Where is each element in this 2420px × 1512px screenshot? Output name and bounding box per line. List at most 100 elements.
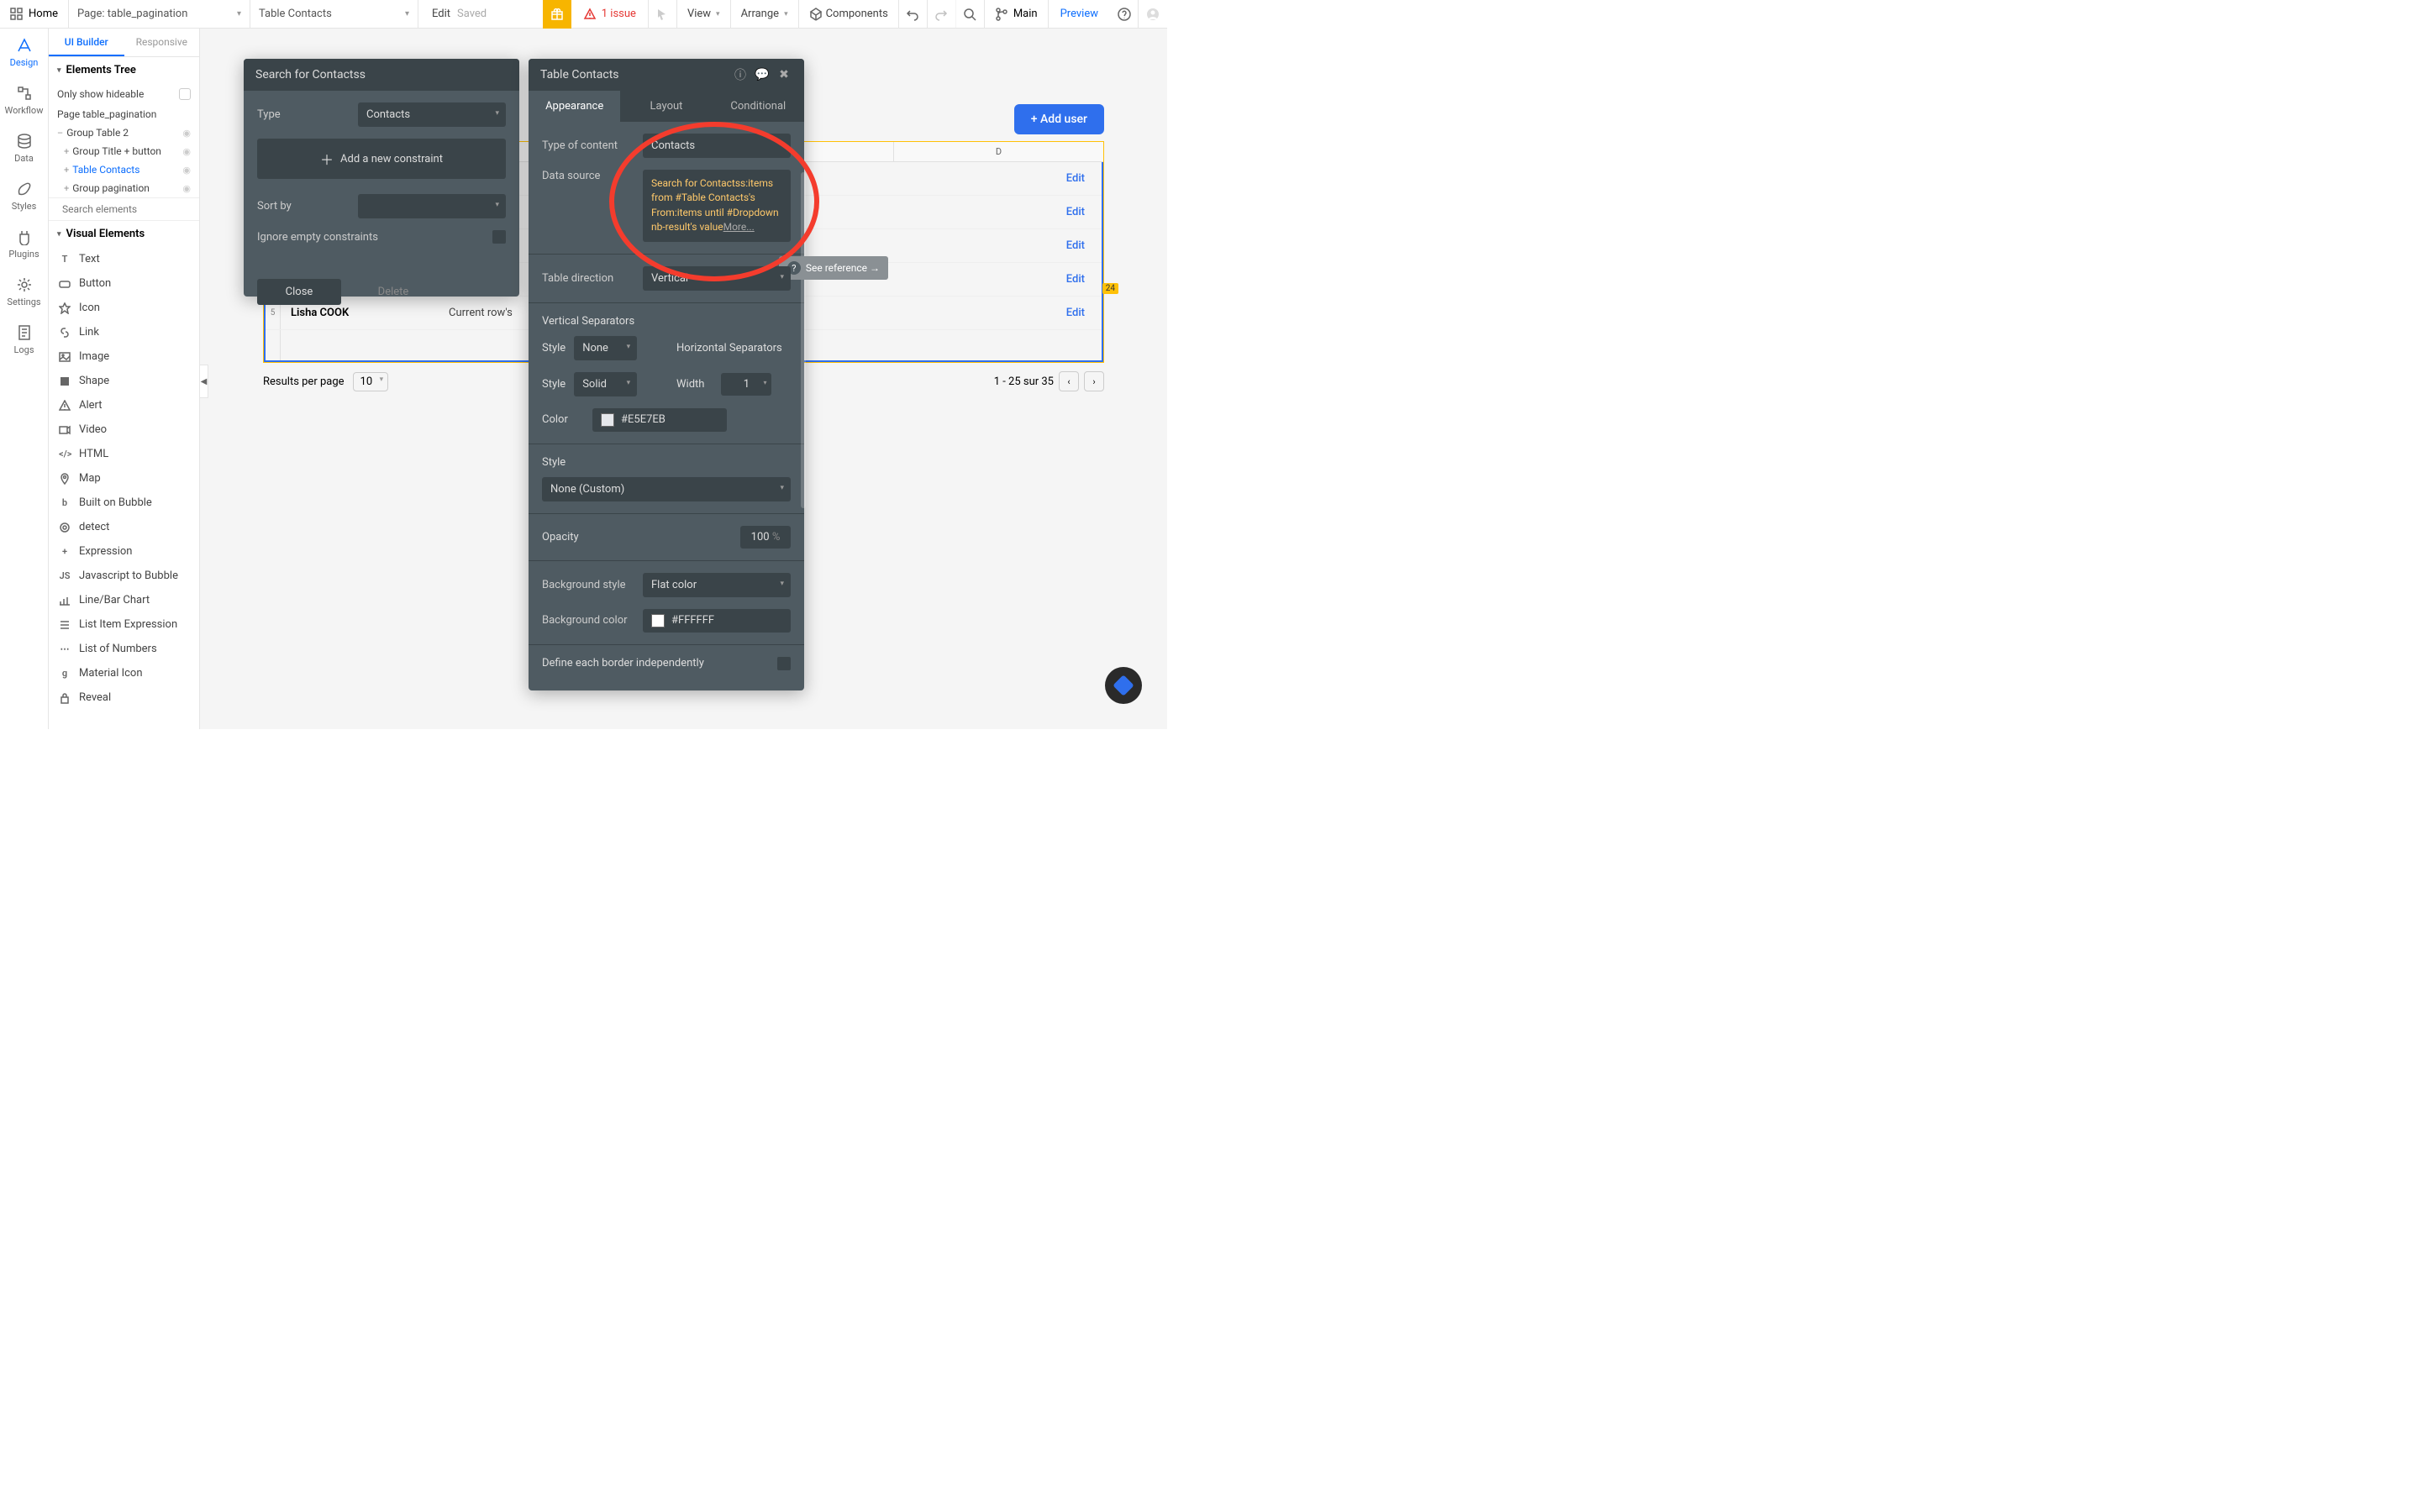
prev-page[interactable]: ‹ (1059, 371, 1079, 391)
edit-link[interactable]: Edit (1018, 273, 1102, 286)
ignore-empty-checkbox[interactable] (492, 230, 506, 244)
properties-panel[interactable]: Table Contacts ⓘ 💬 ✖ Appearance Layout C… (529, 59, 804, 690)
selector-arrow[interactable] (649, 0, 677, 28)
ve-video[interactable]: Video (49, 417, 199, 442)
issues-button[interactable]: 1 issue (571, 0, 649, 28)
rail-plugins[interactable]: Plugins (0, 220, 48, 268)
ve-text[interactable]: TText (49, 247, 199, 271)
search-elements[interactable] (49, 197, 199, 221)
type-content-dropdown[interactable]: Contacts (643, 134, 791, 158)
rail-styles[interactable]: Styles (0, 172, 48, 220)
bg-color-input[interactable]: #FFFFFF (643, 609, 791, 633)
undo-button[interactable] (899, 0, 928, 28)
tab-appearance[interactable]: Appearance (529, 91, 620, 122)
search-elements-input[interactable] (62, 203, 193, 215)
delete-button[interactable]: Delete (351, 279, 435, 305)
ve-link[interactable]: Link (49, 320, 199, 344)
fab-button[interactable] (1105, 667, 1142, 704)
rail-logs[interactable]: Logs (0, 316, 48, 364)
ve-js-bubble[interactable]: JSJavascript to Bubble (49, 564, 199, 588)
collapse-leftpanel[interactable]: ◀ (200, 365, 208, 398)
element-selector[interactable]: Table Contacts ▾ (250, 0, 418, 28)
gift-button[interactable] (543, 0, 571, 29)
edit-link[interactable]: Edit (1018, 307, 1102, 319)
see-reference-tooltip[interactable]: ? See reference → (779, 256, 888, 280)
page-selector[interactable]: Page: table_pagination ▾ (69, 0, 250, 28)
checkbox[interactable] (179, 88, 191, 100)
ve-map[interactable]: Map (49, 466, 199, 491)
tab-ui-builder[interactable]: UI Builder (49, 29, 124, 56)
home-button[interactable]: Home (0, 0, 69, 28)
props-panel-header[interactable]: Table Contacts ⓘ 💬 ✖ (529, 59, 804, 91)
ve-reveal[interactable]: Reveal (49, 685, 199, 710)
section-elements-tree[interactable]: Elements Tree (49, 57, 199, 83)
only-hideable-row[interactable]: Only show hideable (49, 83, 199, 105)
rail-data[interactable]: Data (0, 124, 48, 172)
border-indep-checkbox[interactable] (777, 657, 791, 670)
view-menu[interactable]: View (677, 0, 731, 28)
help-button[interactable] (1110, 0, 1139, 28)
branch-selector[interactable]: Main (985, 0, 1049, 28)
scrollbar[interactable] (801, 172, 806, 508)
sortby-dropdown[interactable] (358, 194, 506, 218)
ve-list-num[interactable]: ⋯List of Numbers (49, 637, 199, 661)
tree-group-table-2[interactable]: –Group Table 2◉ (49, 123, 199, 142)
hsep-style-dropdown[interactable]: Solid (574, 372, 637, 396)
element-style-dropdown[interactable]: None (Custom) (542, 477, 791, 501)
ve-chart[interactable]: Line/Bar Chart (49, 588, 199, 612)
search-panel[interactable]: Search for Contactss Type Contacts ＋ Add… (244, 59, 519, 297)
ve-image[interactable]: Image (49, 344, 199, 369)
rail-design[interactable]: Design (0, 29, 48, 76)
width-input[interactable]: 1 (721, 373, 771, 396)
ve-shape[interactable]: Shape (49, 369, 199, 393)
eye-icon[interactable]: ◉ (182, 128, 191, 139)
eye-icon[interactable]: ◉ (182, 146, 191, 157)
edit-link[interactable]: Edit (1018, 239, 1102, 252)
edit-link[interactable]: Edit (1018, 206, 1102, 218)
separator-color-input[interactable]: #E5E7EB (592, 408, 727, 432)
arrange-menu[interactable]: Arrange (731, 0, 799, 28)
search-button[interactable] (956, 0, 985, 28)
type-dropdown[interactable]: Contacts (358, 102, 506, 127)
close-icon[interactable]: ✖ (776, 66, 792, 83)
tree-table-contacts[interactable]: +Table Contacts◉ (49, 160, 199, 179)
tree-page[interactable]: Page table_pagination (49, 105, 199, 123)
comment-icon[interactable]: 💬 (754, 66, 771, 83)
opacity-input[interactable]: 100 % (740, 526, 791, 549)
ve-alert[interactable]: Alert (49, 393, 199, 417)
ve-bubble[interactable]: bBuilt on Bubble (49, 491, 199, 515)
section-visual-elements[interactable]: Visual Elements (49, 221, 199, 247)
search-panel-header[interactable]: Search for Contactss (244, 59, 519, 91)
info-icon[interactable]: ⓘ (732, 66, 749, 83)
bg-style-dropdown[interactable]: Flat color (643, 573, 791, 597)
next-page[interactable]: › (1084, 371, 1104, 391)
ve-list-expr[interactable]: List Item Expression (49, 612, 199, 637)
ve-html[interactable]: </>HTML (49, 442, 199, 466)
ve-detect[interactable]: detect (49, 515, 199, 539)
table-direction-dropdown[interactable]: Vertical (643, 266, 791, 291)
add-user-button[interactable]: + Add user (1014, 104, 1104, 134)
preview-button[interactable]: Preview (1049, 0, 1110, 28)
more-link[interactable]: More... (723, 221, 755, 233)
add-constraint-button[interactable]: ＋ Add a new constraint (257, 139, 506, 179)
tab-conditional[interactable]: Conditional (713, 91, 804, 122)
eye-icon[interactable]: ◉ (182, 183, 191, 194)
redo-button[interactable] (928, 0, 956, 28)
account-button[interactable] (1139, 0, 1167, 28)
ve-expression[interactable]: +Expression (49, 539, 199, 564)
rail-workflow[interactable]: Workflow (0, 76, 48, 124)
rail-settings[interactable]: Settings (0, 268, 48, 316)
tab-layout[interactable]: Layout (620, 91, 712, 122)
ve-button[interactable]: Button (49, 271, 199, 296)
eye-icon[interactable]: ◉ (182, 165, 191, 176)
close-button[interactable]: Close (257, 279, 341, 305)
data-source-expression[interactable]: Search for Contactss:items from #Table C… (643, 170, 791, 242)
tree-group-title-button[interactable]: +Group Title + button◉ (49, 142, 199, 160)
tree-group-pagination[interactable]: +Group pagination◉ (49, 179, 199, 197)
tab-responsive[interactable]: Responsive (124, 29, 200, 56)
vsep-style-dropdown[interactable]: None (574, 336, 637, 360)
ve-material[interactable]: gMaterial Icon (49, 661, 199, 685)
edit-link[interactable]: Edit (1018, 172, 1102, 185)
rpp-selector[interactable]: 10 (353, 372, 389, 391)
ve-icon[interactable]: Icon (49, 296, 199, 320)
